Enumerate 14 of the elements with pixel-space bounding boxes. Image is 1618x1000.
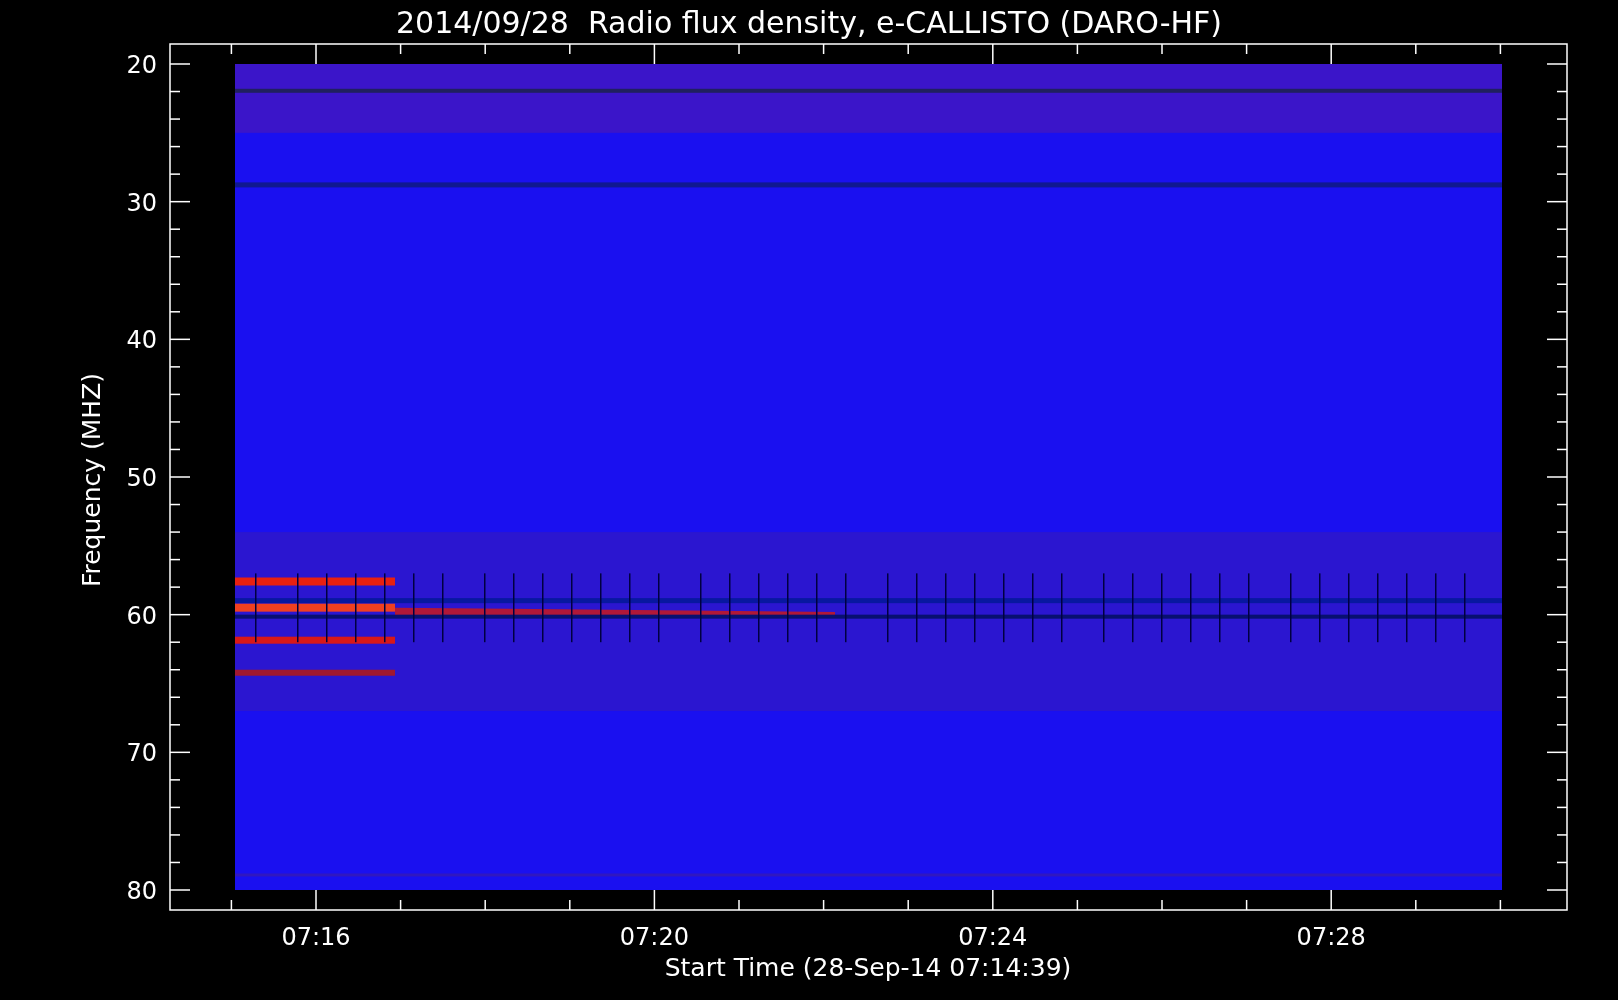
x-tick-label: 07:24 [958,923,1028,951]
y-tick-label: 70 [126,739,157,768]
x-tick-label: 07:20 [619,923,689,951]
y-tick-label: 50 [126,464,157,492]
y-tick-label: 20 [126,51,157,79]
x-tick-label: 07:16 [281,923,351,951]
y-axis-title: Frequency (MHZ) [77,372,106,588]
y-tick-label: 30 [126,188,157,217]
y-tick-label: 40 [126,326,157,355]
x-axis-title: Start Time (28-Sep-14 07:14:39) [664,953,1072,982]
y-tick-label: 80 [126,877,157,905]
chart-title: 2014/09/28 Radio flux density, e-CALLISTO (DARO-HF) [395,5,1223,40]
y-tick-label: 60 [126,601,157,630]
x-tick-label: 07:28 [1296,923,1366,951]
